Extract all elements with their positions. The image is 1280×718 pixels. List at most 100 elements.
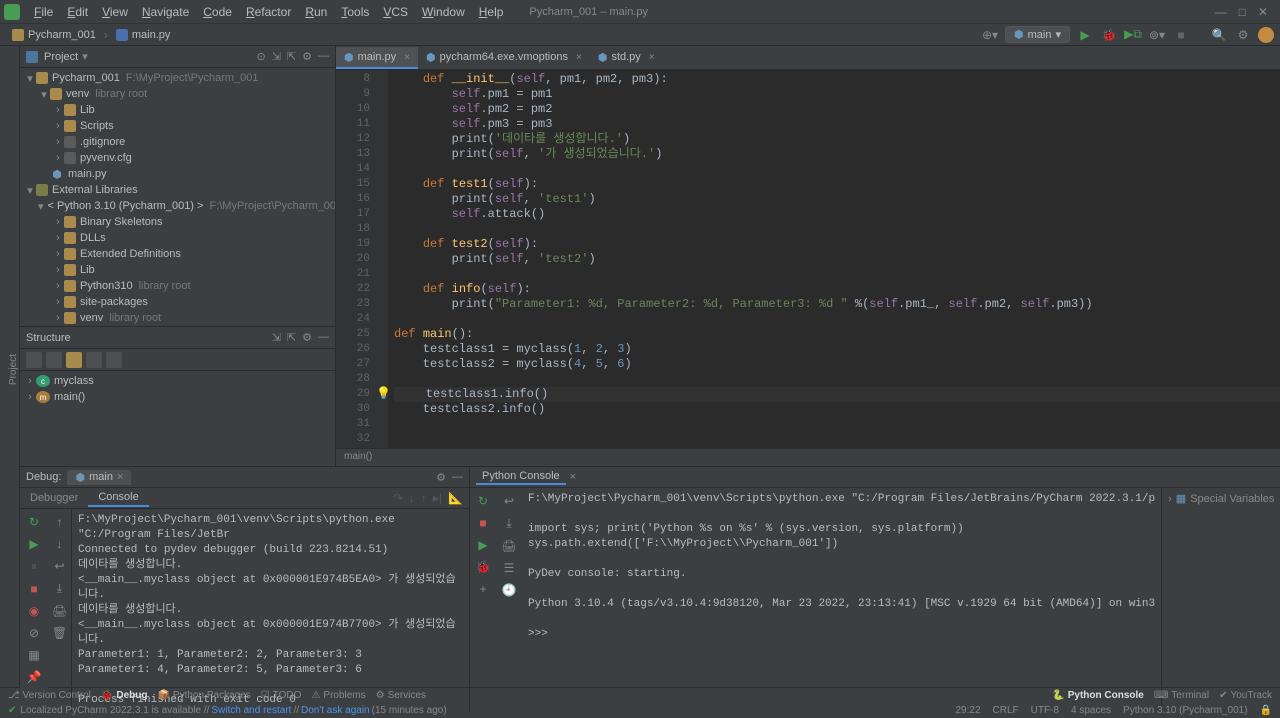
project-tree[interactable]: ▾Pycharm_001F:\MyProject\Pycharm_001▾ven… [20, 68, 335, 326]
indent-info[interactable]: 4 spaces [1071, 705, 1111, 716]
stop-button[interactable]: ■ [1172, 26, 1190, 44]
project-title[interactable]: Project [44, 51, 78, 63]
python-console-tab[interactable]: Python Console [476, 469, 566, 485]
tree-row[interactable]: ›Lib [20, 102, 335, 118]
layout-button[interactable]: ▦ [28, 648, 39, 662]
scroll-to-end-button[interactable]: ⤓ [57, 581, 62, 596]
mute-breakpoints-button[interactable]: ⊘ [29, 626, 39, 640]
print-button[interactable]: 🖨 [52, 604, 67, 618]
tree-row[interactable]: ⬢main.py [20, 166, 335, 182]
tree-row[interactable]: ›site-packages [20, 294, 335, 310]
tree-row[interactable]: ›pyvenv.cfg [20, 150, 335, 166]
step-into-button[interactable]: ↓ [409, 491, 415, 505]
add-config-button[interactable]: ⊕▾ [981, 26, 999, 44]
tree-row[interactable]: ▾< Python 3.10 (Pycharm_001) >F:\MyProje… [20, 198, 335, 214]
resume-button[interactable]: ▶ [29, 537, 38, 551]
run-coverage-button[interactable]: ▶⧉ [1124, 26, 1142, 44]
show-anon-button[interactable] [86, 352, 102, 368]
maximize-button[interactable]: □ [1239, 5, 1246, 19]
menu-window[interactable]: Window [416, 3, 471, 21]
menu-run[interactable]: Run [299, 3, 333, 21]
tree-row[interactable]: ›mmain() [20, 389, 335, 405]
pin-button[interactable]: 📌 [27, 670, 42, 684]
menu-tools[interactable]: Tools [335, 3, 375, 21]
soft-wrap-button[interactable]: ↩ [54, 559, 64, 573]
switch-restart-link[interactable]: Switch and restart [211, 705, 291, 716]
clear-button[interactable]: 🗑 [52, 626, 67, 640]
soft-wrap-button[interactable]: ↩ [504, 494, 514, 508]
structure-tree[interactable]: ›cmyclass›mmain() [20, 371, 335, 466]
menu-edit[interactable]: Edit [61, 3, 94, 21]
pause-button[interactable]: ⏸ [31, 559, 37, 574]
line-separator[interactable]: CRLF [993, 705, 1019, 716]
close-icon[interactable]: × [117, 471, 123, 483]
collapse-all-button[interactable]: ⇱ [287, 50, 296, 63]
print-button[interactable]: 🖨 [501, 539, 516, 553]
new-console-button[interactable]: + [479, 582, 486, 596]
settings-icon[interactable]: ⚙ [436, 471, 446, 484]
editor-tab[interactable]: ⬢pycharm64.exe.vmoptions× [418, 47, 590, 69]
menu-navigate[interactable]: Navigate [136, 3, 195, 21]
expand-icon[interactable]: › [1168, 493, 1172, 505]
expand-all-button[interactable]: ⇲ [272, 50, 281, 63]
gutter[interactable]: 8910111213141516171819202122232425262728… [336, 70, 378, 448]
run-button[interactable]: ▶ [1076, 26, 1094, 44]
step-over-button[interactable]: ↷ [393, 491, 403, 505]
tree-row[interactable]: ▾venvlibrary root [20, 86, 335, 102]
status-item-todo[interactable]: ☑TODO [261, 690, 302, 701]
caret-position[interactable]: 29:22 [956, 705, 981, 716]
interpreter-info[interactable]: Python 3.10 (Pycharm_001) [1123, 705, 1248, 716]
rerun-button[interactable]: ↻ [478, 494, 488, 508]
tree-row[interactable]: ›DLLs [20, 230, 335, 246]
show-fields-button[interactable] [46, 352, 62, 368]
avatar-icon[interactable] [1258, 27, 1274, 43]
menu-code[interactable]: Code [197, 3, 238, 21]
expand-all-button[interactable]: ⇲ [272, 331, 281, 344]
menu-file[interactable]: File [28, 3, 59, 21]
run-to-cursor-button[interactable]: ▸| [433, 491, 442, 505]
status-item-version-control[interactable]: ⎇Version Control [8, 690, 91, 701]
settings-button[interactable]: ⚙ [1234, 26, 1252, 44]
dont-ask-link[interactable]: Don't ask again [301, 705, 370, 716]
tree-row[interactable]: ›.gitignore [20, 134, 335, 150]
collapse-all-button[interactable]: ⇱ [287, 331, 296, 344]
tree-row[interactable]: ›Binary Skeletons [20, 214, 335, 230]
code-area[interactable]: def __init__(self, pm1, pm2, pm3): self.… [388, 70, 1280, 448]
select-opened-file-button[interactable]: ⊙ [256, 50, 265, 63]
chevron-down-icon[interactable]: ▾ [82, 50, 88, 63]
run-config-select[interactable]: ⬢ main ▾ [1005, 26, 1070, 43]
debug-console-output[interactable]: F:\MyProject\Pycharm_001\venv\Scripts\py… [72, 509, 469, 712]
show-inherited-button[interactable] [66, 352, 82, 368]
menu-refactor[interactable]: Refactor [240, 3, 297, 21]
close-icon[interactable]: × [404, 52, 410, 63]
tree-row[interactable]: ›Extended Definitions [20, 246, 335, 262]
step-out-button[interactable]: ↑ [421, 491, 427, 505]
status-item-terminal[interactable]: ⌨Terminal [1154, 690, 1209, 701]
hide-button[interactable]: — [318, 331, 329, 344]
tree-row[interactable]: ›Python310library root [20, 278, 335, 294]
stop-button[interactable]: ■ [30, 582, 37, 596]
status-item-problems[interactable]: ⚠Problems [311, 690, 365, 701]
breadcrumb-project[interactable]: Pycharm_001 [6, 27, 102, 43]
debug-session-tab[interactable]: ⬢ main × [67, 470, 131, 485]
settings-icon[interactable]: ⚙ [302, 331, 312, 344]
hide-button[interactable]: — [318, 50, 329, 63]
hide-button[interactable]: — [452, 471, 463, 484]
editor-tab[interactable]: ⬢std.py× [590, 47, 663, 69]
history-button[interactable]: 🕘 [502, 583, 517, 597]
file-encoding[interactable]: UTF-8 [1031, 705, 1059, 716]
side-tab-project[interactable]: Project [8, 354, 19, 385]
status-item-services[interactable]: ⚙Services [376, 690, 426, 701]
sort-alpha-button[interactable] [26, 352, 42, 368]
search-button[interactable]: 🔍 [1210, 26, 1228, 44]
breadcrumb-file[interactable]: main.py [110, 27, 177, 43]
menu-vcs[interactable]: VCS [377, 3, 414, 21]
attach-debugger-button[interactable]: 🐞 [476, 560, 491, 574]
group-button[interactable] [106, 352, 122, 368]
tree-row[interactable]: ▾External Libraries [20, 182, 335, 198]
menu-view[interactable]: View [96, 3, 134, 21]
minimize-button[interactable]: — [1215, 5, 1227, 19]
stop-button[interactable]: ■ [479, 516, 486, 530]
execute-button[interactable]: ▶ [478, 538, 487, 552]
profile-button[interactable]: ⊚▾ [1148, 26, 1166, 44]
